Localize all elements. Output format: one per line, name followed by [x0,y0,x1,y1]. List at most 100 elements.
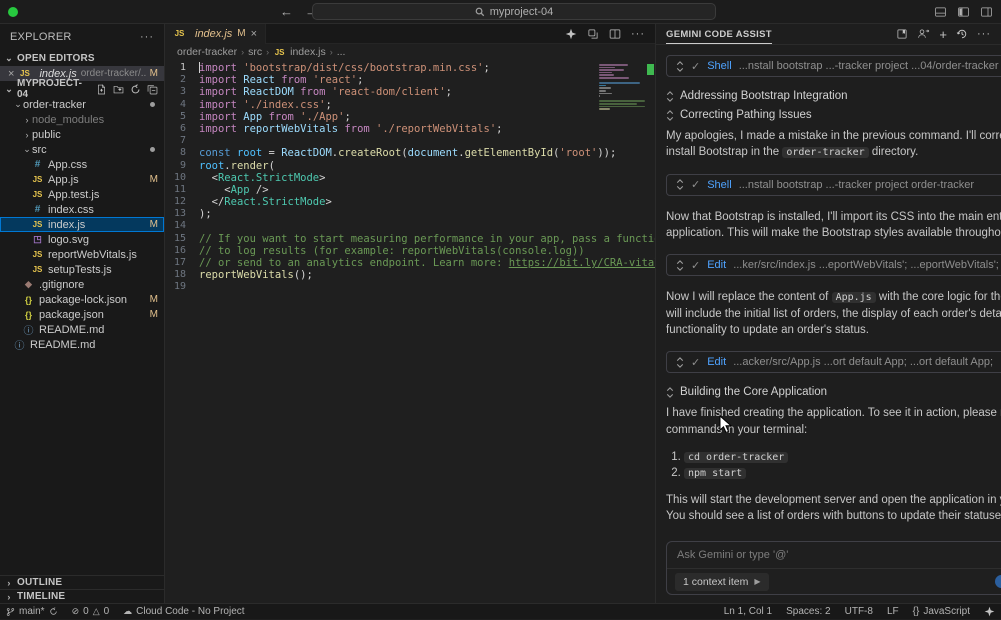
tool-call-edit[interactable]: ✓Edit...acker/src/App.js ...ort default … [666,351,1001,373]
indentation-indicator[interactable]: Spaces: 2 [786,606,830,617]
split-editor-icon[interactable] [609,28,621,40]
code-line-7[interactable]: 7 [165,135,655,147]
timeline-section[interactable]: › TIMELINE [0,589,164,603]
agent-toggle[interactable] [995,575,1001,588]
tree-item-logo-svg[interactable]: ◳logo.svg [0,232,164,247]
toggle-panel-icon[interactable] [934,6,947,18]
encoding-indicator[interactable]: UTF-8 [845,606,873,617]
panel-title[interactable]: GEMINI CODE ASSIST [666,29,772,44]
collapse-all-icon[interactable] [147,84,158,95]
unfold-icon[interactable] [676,260,684,271]
code-line-13[interactable]: 13); [165,208,655,220]
project-root-row[interactable]: ⌄ MYPROJECT-04 [0,81,164,97]
tree-item-app-js[interactable]: JSApp.jsM [0,172,164,187]
more-actions-icon[interactable]: ··· [631,28,645,40]
code-line-2[interactable]: 2import React from 'react'; [165,74,655,86]
tree-item-app-test-js[interactable]: JSApp.test.js [0,187,164,202]
tree-item-public[interactable]: ›public [0,127,164,142]
section-heading[interactable]: Addressing Bootstrap Integration [666,90,1001,102]
open-editors-section[interactable]: ⌄ OPEN EDITORS [0,50,164,66]
customize-layout-icon[interactable] [980,6,993,18]
close-icon[interactable]: × [8,68,14,80]
tree-item-node-modules[interactable]: ›node_modules [0,112,164,127]
unfold-icon[interactable] [666,91,674,102]
tree-item-order-tracker[interactable]: ⌄order-tracker [0,97,164,112]
code-line-16[interactable]: 16// to log results (for example: report… [165,245,655,257]
command-center-search[interactable]: myproject-04 [312,3,716,20]
unfold-icon[interactable] [676,61,684,72]
tree-item-reportwebvitals-js[interactable]: JSreportWebVitals.js [0,247,164,262]
unfold-icon[interactable] [666,387,674,398]
feedback-icon[interactable] [917,28,930,40]
more-icon[interactable]: ··· [977,28,991,40]
eol-indicator[interactable]: LF [887,606,899,617]
unfold-icon[interactable] [676,179,684,190]
code-line-6[interactable]: 6import reportWebVitals from './reportWe… [165,123,655,135]
tool-call-shell[interactable]: ✓Shell...nstall bootstrap ...-tracker pr… [666,174,1001,196]
git-file-icon: ◆ [22,279,35,290]
language-indicator[interactable]: {} JavaScript [913,606,970,617]
check-icon: ✓ [691,356,700,369]
minimap[interactable] [599,64,645,113]
code-line-11[interactable]: 11 <App /> [165,184,655,196]
gemini-input-placeholder[interactable]: Ask Gemini or type '@' [677,549,788,561]
tree-item-package-lock-json[interactable]: {}package-lock.jsonM [0,292,164,307]
section-heading[interactable]: Building the Core Application [666,386,1001,398]
tool-call-edit[interactable]: ✓Edit...ker/src/index.js ...eportWebVita… [666,254,1001,276]
titlebar: ← → myproject-04 [0,0,1001,24]
close-icon[interactable]: × [251,28,257,40]
tree-item-app-css[interactable]: #App.css [0,157,164,172]
branch-indicator[interactable]: main* [6,606,58,617]
explorer-more-icon[interactable]: ··· [140,31,154,43]
toggle-sidebar-icon[interactable] [957,6,970,18]
cursor-position-indicator[interactable]: Ln 1, Col 1 [724,606,772,617]
code-line-3[interactable]: 3import ReactDOM from 'react-dom/client'… [165,86,655,98]
tree-item-src[interactable]: ⌄src [0,142,164,157]
code-line-4[interactable]: 4import './index.css'; [165,99,655,111]
tab-index-js[interactable]: JS index.js M × [165,24,266,44]
code-line-9[interactable]: 9root.render( [165,160,655,172]
code-line-10[interactable]: 10 <React.StrictMode> [165,172,655,184]
tree-item-readme-md[interactable]: ⓘREADME.md [0,337,164,352]
new-chat-icon[interactable]: + [939,27,947,42]
code-area[interactable]: 1import 'bootstrap/dist/css/bootstrap.mi… [165,60,655,603]
tree-item-setuptests-js[interactable]: JSsetupTests.js [0,262,164,277]
code-line-14[interactable]: 14 [165,220,655,232]
gemini-sparkle-icon[interactable] [984,606,995,617]
outline-section[interactable]: › OUTLINE [0,575,164,589]
gemini-sparkle-icon[interactable] [565,28,577,40]
code-line-17[interactable]: 17// or send to an analytics endpoint. L… [165,257,655,269]
traffic-light-icon[interactable] [8,7,18,17]
tree-item-package-json[interactable]: {}package.jsonM [0,307,164,322]
open-in-editor-icon[interactable] [896,28,908,40]
new-folder-icon[interactable] [113,84,124,95]
context-items-button[interactable]: 1 context item ▶ [675,573,769,591]
tree-item-index-js[interactable]: JSindex.jsM [0,217,164,232]
history-icon[interactable] [956,28,968,40]
section-heading[interactable]: Correcting Pathing Issues [666,109,1001,121]
problems-indicator[interactable]: ⊘ 0 △ 0 [72,606,110,617]
breadcrumb[interactable]: order-tracker› src› JS index.js› ... [165,44,655,60]
tree-item-readme-md[interactable]: ⓘREADME.md [0,322,164,337]
tree-item--gitignore[interactable]: ◆.gitignore [0,277,164,292]
back-arrow-icon[interactable]: ← [280,4,293,19]
refresh-icon[interactable] [130,84,141,95]
code-line-12[interactable]: 12 </React.StrictMode> [165,196,655,208]
code-line-15[interactable]: 15// If you want to start measuring perf… [165,233,655,245]
new-file-icon[interactable] [96,84,107,95]
tree-item-index-css[interactable]: #index.css [0,202,164,217]
line-text: reportWebVitals(); [199,269,313,281]
tool-label: Edit [707,259,726,271]
unfold-icon[interactable] [676,357,684,368]
code-line-5[interactable]: 5import App from './App'; [165,111,655,123]
unfold-icon[interactable] [666,110,674,121]
open-changes-icon[interactable] [587,28,599,40]
code-line-19[interactable]: 19 [165,281,655,293]
code-line-18[interactable]: 18reportWebVitals(); [165,269,655,281]
cloud-code-indicator[interactable]: ☁ Cloud Code - No Project [123,606,244,617]
gemini-input-box[interactable]: Ask Gemini or type '@' 1 context item ▶ … [666,541,1001,595]
code-line-8[interactable]: 8const root = ReactDOM.createRoot(docume… [165,147,655,159]
code-line-1[interactable]: 1import 'bootstrap/dist/css/bootstrap.mi… [165,62,655,74]
tool-call-shell[interactable]: ✓Shell...nstall bootstrap ...-tracker pr… [666,55,1001,77]
errors-icon: ⊘ [72,606,80,617]
